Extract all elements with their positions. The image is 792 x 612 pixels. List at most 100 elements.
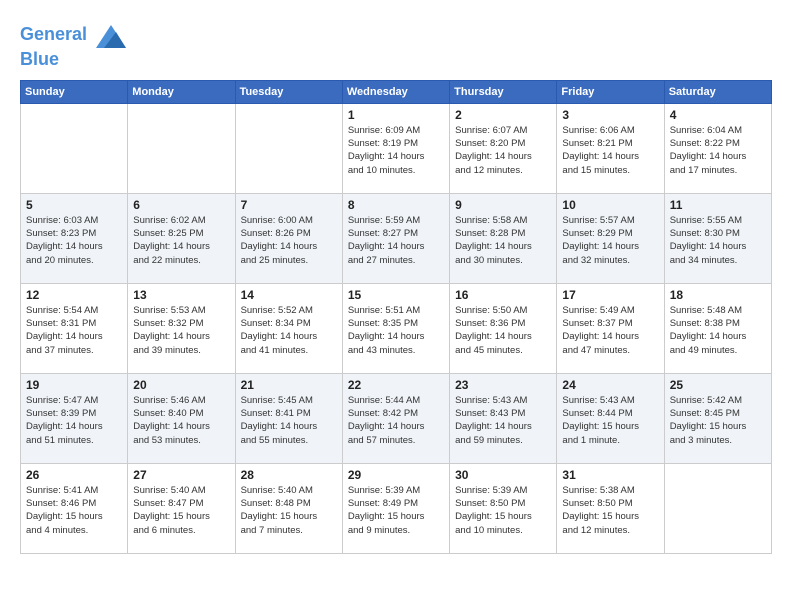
calendar-cell: 8Sunrise: 5:59 AM Sunset: 8:27 PM Daylig… xyxy=(342,193,449,283)
calendar-cell: 21 Sunrise: 5:45 AM Sunset: 8:41 PM Dayli… xyxy=(235,373,342,463)
day-number: 27 xyxy=(133,468,229,482)
day-number: 17 xyxy=(562,288,658,302)
day-info: Sunrise: 5:52 AM Sunset: 8:34 PM Dayligh… xyxy=(241,304,337,357)
day-info: Sunrise: 6:04 AM Sunset: 8:22 PM Dayligh… xyxy=(670,124,766,177)
calendar-table: SundayMondayTuesdayWednesdayThursdayFrid… xyxy=(20,80,772,554)
calendar-cell: 22 Sunrise: 5:44 AM Sunset: 8:42 PM Dayli… xyxy=(342,373,449,463)
page-header: General Blue xyxy=(20,20,772,70)
day-info: Sunrise: 5:58 AM Sunset: 8:28 PM Dayligh… xyxy=(455,214,551,267)
calendar-header-row: SundayMondayTuesdayWednesdayThursdayFrid… xyxy=(21,80,772,103)
day-info: Sunrise: 5:44 AM Sunset: 8:42 PM Dayligh… xyxy=(348,394,444,447)
day-number: 5 xyxy=(26,198,122,212)
calendar-week-1: 1Sunrise: 6:09 AM Sunset: 8:19 PM Daylig… xyxy=(21,103,772,193)
logo: General Blue xyxy=(20,20,126,70)
day-number: 7 xyxy=(241,198,337,212)
day-number: 13 xyxy=(133,288,229,302)
logo-icon xyxy=(96,20,126,50)
day-info: Sunrise: 5:53 AM Sunset: 8:32 PM Dayligh… xyxy=(133,304,229,357)
calendar-cell: 5 Sunrise: 6:03 AM Sunset: 8:23 PM Daylig… xyxy=(21,193,128,283)
day-info: Sunrise: 6:02 AM Sunset: 8:25 PM Dayligh… xyxy=(133,214,229,267)
day-info: Sunrise: 5:55 AM Sunset: 8:30 PM Dayligh… xyxy=(670,214,766,267)
day-info: Sunrise: 5:40 AM Sunset: 8:47 PM Dayligh… xyxy=(133,484,229,537)
calendar-cell: 23 Sunrise: 5:43 AM Sunset: 8:43 PM Dayli… xyxy=(450,373,557,463)
day-info: Sunrise: 5:40 AM Sunset: 8:48 PM Dayligh… xyxy=(241,484,337,537)
day-number: 8 xyxy=(348,198,444,212)
calendar-week-3: 12 Sunrise: 5:54 AM Sunset: 8:31 PM Dayli… xyxy=(21,283,772,373)
day-info: Sunrise: 6:03 AM Sunset: 8:23 PM Dayligh… xyxy=(26,214,122,267)
day-info: Sunrise: 5:39 AM Sunset: 8:49 PM Dayligh… xyxy=(348,484,444,537)
day-number: 23 xyxy=(455,378,551,392)
day-number: 12 xyxy=(26,288,122,302)
day-info: Sunrise: 5:48 AM Sunset: 8:38 PM Dayligh… xyxy=(670,304,766,357)
day-number: 31 xyxy=(562,468,658,482)
calendar-cell: 12 Sunrise: 5:54 AM Sunset: 8:31 PM Dayli… xyxy=(21,283,128,373)
calendar-cell: 31 Sunrise: 5:38 AM Sunset: 8:50 PM Dayli… xyxy=(557,463,664,553)
calendar-cell: 27 Sunrise: 5:40 AM Sunset: 8:47 PM Dayli… xyxy=(128,463,235,553)
day-number: 9 xyxy=(455,198,551,212)
day-number: 21 xyxy=(241,378,337,392)
day-info: Sunrise: 6:06 AM Sunset: 8:21 PM Dayligh… xyxy=(562,124,658,177)
logo-blue: Blue xyxy=(20,50,126,70)
calendar-week-5: 26 Sunrise: 5:41 AM Sunset: 8:46 PM Dayli… xyxy=(21,463,772,553)
header-friday: Friday xyxy=(557,80,664,103)
day-info: Sunrise: 5:49 AM Sunset: 8:37 PM Dayligh… xyxy=(562,304,658,357)
day-number: 25 xyxy=(670,378,766,392)
calendar-cell: 6 Sunrise: 6:02 AM Sunset: 8:25 PM Daylig… xyxy=(128,193,235,283)
day-info: Sunrise: 5:54 AM Sunset: 8:31 PM Dayligh… xyxy=(26,304,122,357)
day-info: Sunrise: 6:00 AM Sunset: 8:26 PM Dayligh… xyxy=(241,214,337,267)
day-info: Sunrise: 5:39 AM Sunset: 8:50 PM Dayligh… xyxy=(455,484,551,537)
day-number: 22 xyxy=(348,378,444,392)
header-sunday: Sunday xyxy=(21,80,128,103)
day-number: 29 xyxy=(348,468,444,482)
day-number: 15 xyxy=(348,288,444,302)
day-number: 11 xyxy=(670,198,766,212)
day-info: Sunrise: 5:41 AM Sunset: 8:46 PM Dayligh… xyxy=(26,484,122,537)
day-number: 24 xyxy=(562,378,658,392)
day-number: 6 xyxy=(133,198,229,212)
day-number: 16 xyxy=(455,288,551,302)
day-info: Sunrise: 5:38 AM Sunset: 8:50 PM Dayligh… xyxy=(562,484,658,537)
calendar-cell: 20Sunrise: 5:46 AM Sunset: 8:40 PM Dayli… xyxy=(128,373,235,463)
day-info: Sunrise: 5:47 AM Sunset: 8:39 PM Dayligh… xyxy=(26,394,122,447)
day-info: Sunrise: 5:45 AM Sunset: 8:41 PM Dayligh… xyxy=(241,394,337,447)
calendar-cell: 24 Sunrise: 5:43 AM Sunset: 8:44 PM Dayli… xyxy=(557,373,664,463)
calendar-cell: 14 Sunrise: 5:52 AM Sunset: 8:34 PM Dayli… xyxy=(235,283,342,373)
day-info: Sunrise: 6:07 AM Sunset: 8:20 PM Dayligh… xyxy=(455,124,551,177)
calendar-cell: 10Sunrise: 5:57 AM Sunset: 8:29 PM Dayli… xyxy=(557,193,664,283)
calendar-cell: 19 Sunrise: 5:47 AM Sunset: 8:39 PM Dayli… xyxy=(21,373,128,463)
calendar-cell: 11 Sunrise: 5:55 AM Sunset: 8:30 PM Dayli… xyxy=(664,193,771,283)
header-thursday: Thursday xyxy=(450,80,557,103)
day-number: 30 xyxy=(455,468,551,482)
header-saturday: Saturday xyxy=(664,80,771,103)
calendar-cell: 18 Sunrise: 5:48 AM Sunset: 8:38 PM Dayli… xyxy=(664,283,771,373)
calendar-cell: 1Sunrise: 6:09 AM Sunset: 8:19 PM Daylig… xyxy=(342,103,449,193)
day-number: 2 xyxy=(455,108,551,122)
day-number: 14 xyxy=(241,288,337,302)
day-info: Sunrise: 5:42 AM Sunset: 8:45 PM Dayligh… xyxy=(670,394,766,447)
calendar-cell xyxy=(235,103,342,193)
calendar-cell: 28 Sunrise: 5:40 AM Sunset: 8:48 PM Dayli… xyxy=(235,463,342,553)
calendar-cell xyxy=(21,103,128,193)
day-info: Sunrise: 5:51 AM Sunset: 8:35 PM Dayligh… xyxy=(348,304,444,357)
calendar-cell: 29 Sunrise: 5:39 AM Sunset: 8:49 PM Dayli… xyxy=(342,463,449,553)
day-info: Sunrise: 5:46 AM Sunset: 8:40 PM Dayligh… xyxy=(133,394,229,447)
calendar-cell xyxy=(128,103,235,193)
calendar-cell: 15 Sunrise: 5:51 AM Sunset: 8:35 PM Dayli… xyxy=(342,283,449,373)
calendar-week-2: 5 Sunrise: 6:03 AM Sunset: 8:23 PM Daylig… xyxy=(21,193,772,283)
day-number: 26 xyxy=(26,468,122,482)
day-number: 4 xyxy=(670,108,766,122)
day-info: Sunrise: 5:57 AM Sunset: 8:29 PM Dayligh… xyxy=(562,214,658,267)
calendar-cell: 3Sunrise: 6:06 AM Sunset: 8:21 PM Daylig… xyxy=(557,103,664,193)
day-number: 18 xyxy=(670,288,766,302)
calendar-cell: 16Sunrise: 5:50 AM Sunset: 8:36 PM Dayli… xyxy=(450,283,557,373)
calendar-cell: 4 Sunrise: 6:04 AM Sunset: 8:22 PM Daylig… xyxy=(664,103,771,193)
calendar-week-4: 19 Sunrise: 5:47 AM Sunset: 8:39 PM Dayli… xyxy=(21,373,772,463)
calendar-cell: 25 Sunrise: 5:42 AM Sunset: 8:45 PM Dayli… xyxy=(664,373,771,463)
day-info: Sunrise: 5:43 AM Sunset: 8:43 PM Dayligh… xyxy=(455,394,551,447)
day-info: Sunrise: 5:43 AM Sunset: 8:44 PM Dayligh… xyxy=(562,394,658,447)
calendar-cell: 17 Sunrise: 5:49 AM Sunset: 8:37 PM Dayli… xyxy=(557,283,664,373)
day-number: 28 xyxy=(241,468,337,482)
day-number: 19 xyxy=(26,378,122,392)
calendar-cell: 30 Sunrise: 5:39 AM Sunset: 8:50 PM Dayli… xyxy=(450,463,557,553)
header-monday: Monday xyxy=(128,80,235,103)
